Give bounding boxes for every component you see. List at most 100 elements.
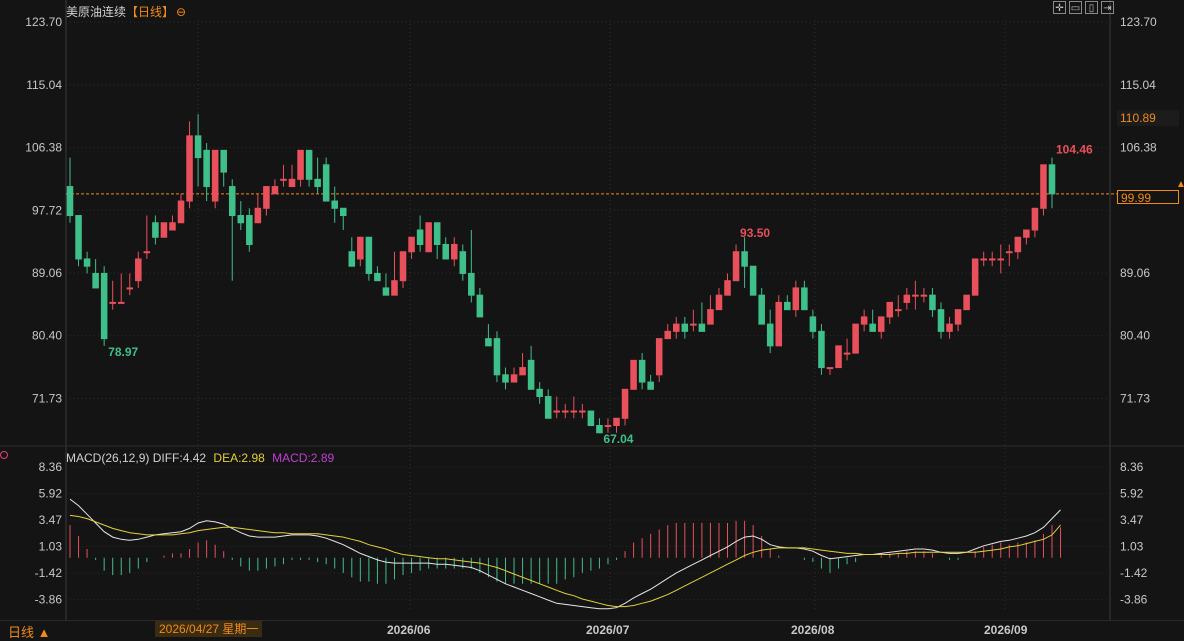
price-axis-label-right: 80.40 xyxy=(1120,329,1150,343)
candle-body xyxy=(237,215,245,224)
candle-body xyxy=(860,316,868,325)
price-annotation-high1: 104.46 xyxy=(1056,143,1093,157)
candle-body xyxy=(297,149,304,180)
macd-diff-line xyxy=(69,498,1061,610)
candle-body xyxy=(450,243,458,260)
candle-body xyxy=(365,236,373,274)
candle-body xyxy=(903,294,911,303)
candle-body xyxy=(544,396,552,419)
candle-body xyxy=(485,338,492,347)
candle-body xyxy=(596,425,603,434)
candle-body xyxy=(476,294,484,318)
candle-body xyxy=(391,280,398,296)
indicator-settings-icon[interactable] xyxy=(0,451,8,459)
candle-body xyxy=(681,323,689,332)
period-tag[interactable]: 【日线】 xyxy=(126,5,174,19)
candle-body xyxy=(92,272,99,289)
candle-body xyxy=(357,236,364,260)
price-annotation-low2: 67.04 xyxy=(603,432,633,446)
date-label-jun: 2026/06 xyxy=(387,623,431,637)
price-axis-label-left: 106.38 xyxy=(25,141,62,155)
candle-body xyxy=(220,149,227,173)
candle-body xyxy=(954,309,962,325)
crosshair-icon[interactable]: ✛ xyxy=(1053,1,1066,14)
candle-body xyxy=(263,186,270,209)
candle-body xyxy=(570,410,578,413)
candle-body xyxy=(536,388,543,398)
macd-axis-label-right: 8.36 xyxy=(1120,460,1144,474)
candle-body xyxy=(988,258,996,261)
date-label-sep: 2026/09 xyxy=(984,623,1028,637)
candle-body xyxy=(809,316,817,332)
price-axis-label-right: 71.73 xyxy=(1120,392,1150,406)
candle-body xyxy=(963,294,970,311)
macd-value: MACD:2.89 xyxy=(272,451,335,465)
macd-dea: DEA:2.98 xyxy=(213,451,265,465)
candle-body xyxy=(766,323,774,347)
price-annotation-high2: 93.50 xyxy=(740,226,770,240)
zoom-in-icon[interactable]: ▯ xyxy=(1085,1,1098,14)
macd-header: MACD(26,12,9) DIFF:4.42 DEA:2.98 MACD:2.… xyxy=(66,451,334,465)
macd-axis-label-left: 3.47 xyxy=(39,513,63,527)
chart-canvas[interactable]: 123.70 123.70 115.04 115.04 106.38 106.38 97.7… xyxy=(0,0,1184,640)
candle-body xyxy=(433,222,441,245)
macd-axis-label-left: 5.92 xyxy=(39,486,63,500)
price-marker-icon: ▲ xyxy=(1176,179,1184,190)
candle-body xyxy=(638,359,646,383)
candle-body xyxy=(732,251,740,282)
candle-body xyxy=(664,330,672,340)
candle-body xyxy=(186,135,193,202)
candle-body xyxy=(869,323,876,332)
candle-body xyxy=(322,164,330,202)
candle-body xyxy=(382,287,390,296)
candle-body xyxy=(792,287,800,311)
highlight-price-tag: 110.89 xyxy=(1117,110,1179,126)
candle-body xyxy=(169,222,176,231)
candle-body xyxy=(561,410,569,413)
candle-body xyxy=(912,294,919,297)
candle-body xyxy=(519,367,526,376)
collapse-icon[interactable]: ⊖ xyxy=(176,5,186,19)
instrument-title: 美原油连续 xyxy=(66,5,127,19)
zoom-out-icon[interactable]: ▭ xyxy=(1069,1,1082,14)
candle-body xyxy=(758,294,765,325)
candle-body xyxy=(971,258,979,296)
candle-body xyxy=(203,149,210,188)
macd-axis-label-right: -1.42 xyxy=(1120,566,1148,580)
macd-axis-label-left: 1.03 xyxy=(39,540,63,554)
price-axis-label-left: 115.04 xyxy=(26,78,62,92)
candle-body xyxy=(348,251,356,267)
candle-body xyxy=(749,265,757,296)
candle-body xyxy=(604,425,612,428)
candle-body xyxy=(135,258,142,282)
scroll-icon[interactable]: ⇥ xyxy=(1101,1,1114,14)
candle-body xyxy=(442,243,449,260)
candle-body xyxy=(877,316,885,332)
macd-diff: DIFF:4.42 xyxy=(152,451,207,465)
candle-body xyxy=(339,207,347,217)
candle-body xyxy=(502,374,509,383)
candle-body xyxy=(613,417,620,427)
candle-body xyxy=(211,149,219,202)
candle-body xyxy=(143,251,151,254)
candle-body xyxy=(630,359,637,390)
macd-axis-label-left: -1.42 xyxy=(35,566,63,580)
candle-body xyxy=(1040,164,1047,209)
macd-axis-label-right: 1.03 xyxy=(1120,540,1144,554)
candle-body xyxy=(937,309,945,332)
candle-body xyxy=(1006,251,1013,254)
candle-body xyxy=(374,272,381,282)
candle-body xyxy=(929,294,936,311)
period-button[interactable]: 日线 ▲ xyxy=(8,622,50,641)
candle-body xyxy=(784,301,791,311)
candle-body xyxy=(647,381,654,390)
macd-axis-label-left: 8.36 xyxy=(39,460,63,474)
candle-body xyxy=(741,251,748,267)
candle-body xyxy=(673,323,680,332)
candle-body xyxy=(852,323,859,354)
candle-body xyxy=(246,215,253,245)
price-axis-label-left: 80.40 xyxy=(32,329,62,343)
candle-body xyxy=(331,200,338,209)
candle-body xyxy=(288,178,296,188)
current-price-tag: 99.99 xyxy=(1117,190,1179,205)
